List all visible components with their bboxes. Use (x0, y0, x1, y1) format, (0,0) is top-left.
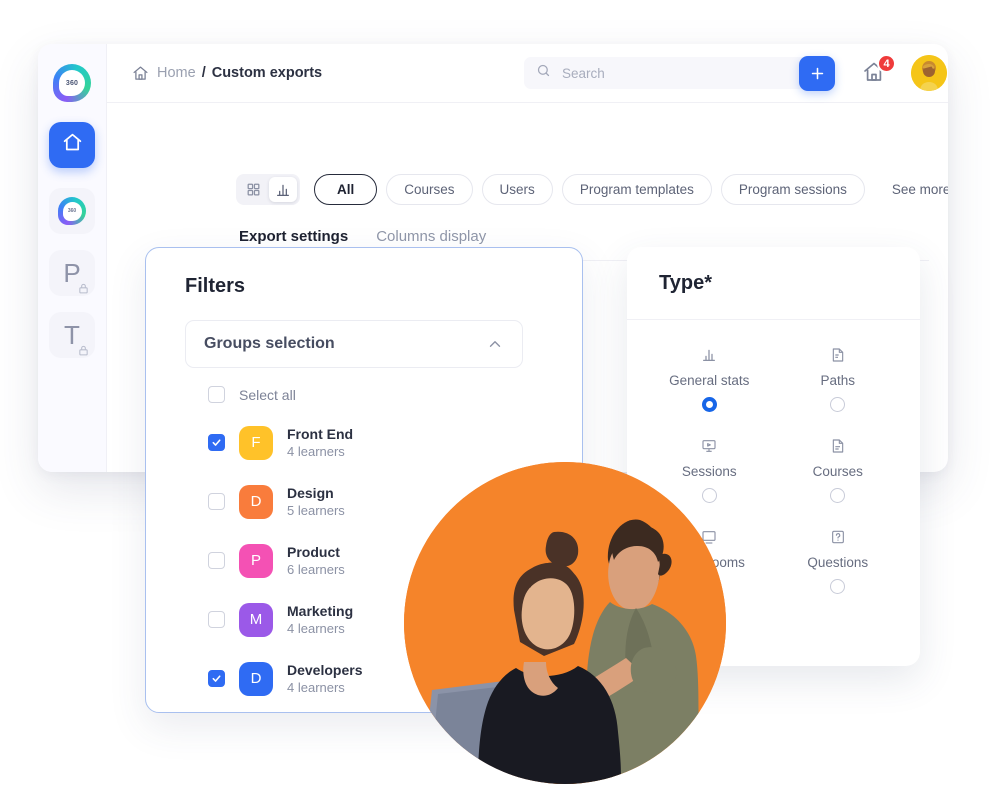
course-document-icon (830, 437, 846, 455)
filters-card-title: Filters (185, 275, 246, 297)
monitor-play-icon (701, 437, 717, 455)
path-document-icon (830, 346, 846, 364)
type-option-courses[interactable]: Courses (774, 437, 903, 503)
group-learner-count: 4 learners (287, 444, 345, 459)
search-input[interactable] (560, 64, 804, 82)
brand-logo-icon: 360 (53, 64, 91, 102)
app-360-icon: 360 (58, 197, 86, 225)
group-avatar: D (239, 484, 273, 519)
type-radio[interactable] (830, 579, 846, 594)
breadcrumb-current: Custom exports (211, 65, 323, 81)
group-checkbox[interactable] (208, 611, 225, 628)
group-avatar: D (239, 661, 273, 696)
sidebar-item-home[interactable] (49, 122, 95, 168)
type-option-label: Sessions (681, 464, 737, 479)
select-all-label: Select all (239, 386, 296, 403)
group-name: Marketing (287, 603, 354, 619)
filter-pill-courses[interactable]: Courses (386, 174, 473, 205)
type-card-header: Type* (627, 247, 920, 320)
sidebar-item-brand-logo[interactable]: 360 (49, 60, 95, 106)
breadcrumb-home-link[interactable]: Home (157, 65, 196, 81)
search-icon (536, 63, 551, 83)
type-radio[interactable] (701, 488, 717, 503)
view-mode-toggle (236, 174, 300, 205)
group-learner-count: 4 learners (287, 621, 345, 636)
photo-illustration-icon (404, 462, 726, 784)
grid-icon (247, 183, 259, 196)
groups-selection-dropdown[interactable]: Groups selection (185, 320, 523, 368)
group-checkbox[interactable] (208, 552, 225, 569)
group-learner-count: 4 learners (287, 680, 345, 695)
home-icon (62, 132, 83, 158)
question-box-icon (830, 528, 846, 546)
type-option-label: Paths (820, 373, 856, 388)
type-option-label: Questions (807, 555, 869, 570)
brand-logo-label: 360 (65, 79, 79, 87)
group-avatar: M (239, 602, 273, 637)
group-name: Product (287, 544, 340, 560)
sidebar-item-trainings[interactable]: T (49, 312, 95, 358)
type-option-paths[interactable]: Paths (774, 346, 903, 412)
type-radio[interactable] (830, 488, 846, 503)
lock-icon (78, 343, 89, 356)
select-all-row[interactable]: Select all (208, 386, 296, 403)
type-option-questions[interactable]: Questions (774, 528, 903, 594)
notification-badge: 4 (877, 54, 896, 73)
group-learner-count: 6 learners (287, 562, 345, 577)
group-name: Developers (287, 662, 363, 678)
type-radio[interactable] (830, 397, 846, 412)
search-box[interactable] (524, 57, 816, 89)
type-option-sessions[interactable]: Sessions (645, 437, 774, 503)
filter-pill-all[interactable]: All (314, 174, 378, 205)
breadcrumb: Home / Custom exports (132, 65, 322, 82)
add-button[interactable] (799, 56, 835, 91)
sidebar: 360 360 P T (38, 44, 107, 472)
group-name: Design (287, 485, 334, 501)
filter-pill-program-templates[interactable]: Program templates (561, 174, 712, 205)
filter-pill-users[interactable]: Users (481, 174, 553, 205)
type-option-general-stats[interactable]: General stats (645, 346, 774, 412)
sidebar-item-app-360[interactable]: 360 (49, 188, 95, 234)
group-checkbox[interactable] (208, 493, 225, 510)
bar-chart-icon (277, 184, 289, 196)
groups-selection-label: Groups selection (204, 335, 335, 352)
group-checkbox[interactable] (208, 434, 225, 451)
group-avatar: P (239, 543, 273, 578)
select-all-checkbox[interactable] (208, 386, 225, 403)
type-radio[interactable] (701, 397, 717, 412)
grid-view-button[interactable] (239, 177, 267, 202)
filter-pill-see-more[interactable]: See more (873, 174, 948, 205)
type-option-label: Courses (812, 464, 863, 479)
breadcrumb-home-icon[interactable] (132, 65, 149, 82)
group-learner-count: 5 learners (287, 503, 345, 518)
lock-icon (78, 281, 89, 294)
group-name: Front End (287, 426, 354, 442)
group-checkbox[interactable] (208, 670, 225, 687)
sidebar-item-programs[interactable]: P (49, 250, 95, 296)
promo-photo (404, 462, 726, 784)
chart-view-button[interactable] (269, 177, 297, 202)
app-360-label: 360 (67, 208, 77, 214)
chevron-up-icon (486, 335, 504, 353)
notifications-button[interactable]: 4 (861, 54, 896, 88)
type-card-title: Type* (659, 271, 712, 294)
group-row-front-end[interactable]: F Front End 4 learners (208, 413, 538, 472)
breadcrumb-separator: / (201, 65, 206, 81)
filter-pill-program-sessions[interactable]: Program sessions (720, 174, 865, 205)
group-avatar: F (239, 425, 273, 460)
topbar: Home / Custom exports 4 (106, 44, 948, 103)
type-option-label: General stats (669, 373, 750, 388)
bar-chart-icon (701, 346, 717, 364)
avatar-illustration-icon (911, 55, 947, 91)
avatar[interactable] (911, 55, 947, 91)
filter-pill-row: All Courses Users Program templates Prog… (236, 174, 948, 205)
